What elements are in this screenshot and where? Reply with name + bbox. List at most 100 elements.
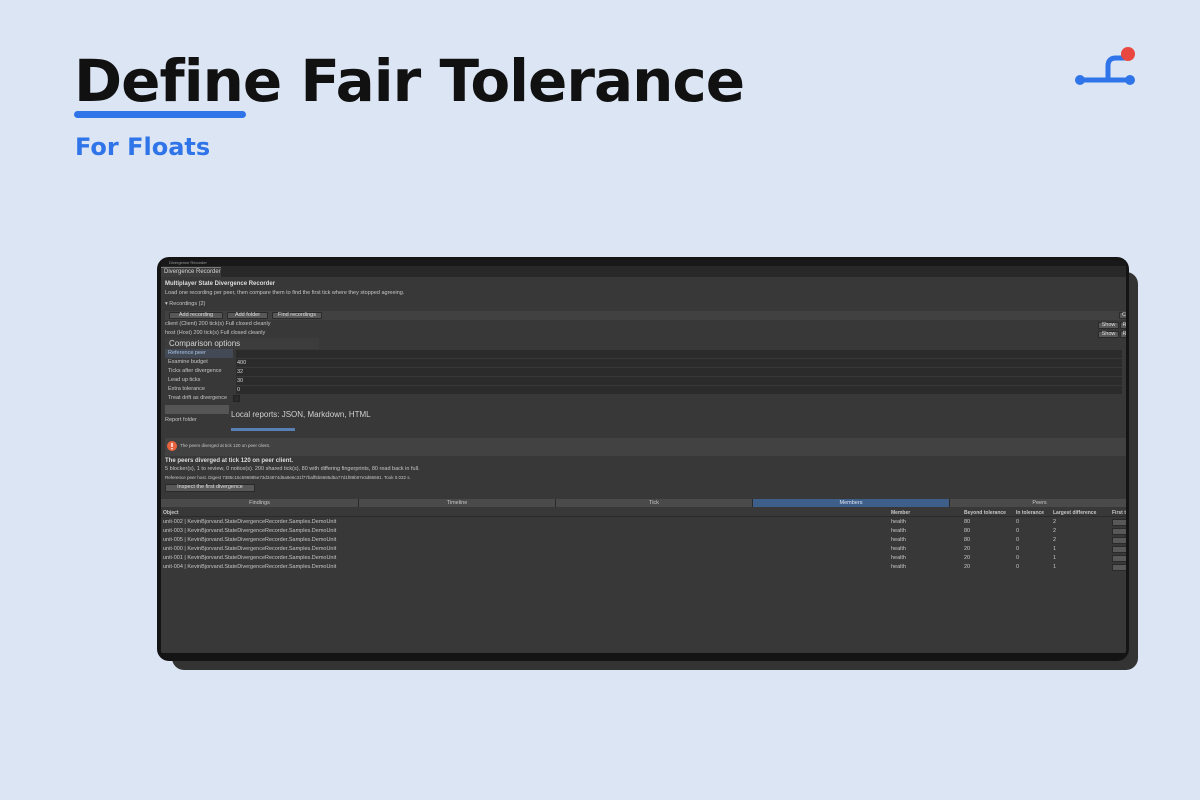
cell-member: health	[891, 537, 906, 543]
first-tick-button[interactable]	[1112, 564, 1126, 571]
warning-icon	[167, 441, 177, 451]
cell-object: unit-000 | KevinBjorvand.StateDivergence…	[163, 546, 337, 552]
cell-in: 0	[1016, 555, 1020, 561]
cell-beyond: 80	[964, 519, 971, 525]
cell-beyond: 20	[964, 564, 971, 570]
clear-button[interactable]: C	[1119, 312, 1126, 319]
recording-item-client: client (Client) 200 tick(s) Full closed …	[165, 321, 271, 327]
window-description: Load one recording per peer, then compar…	[165, 290, 405, 296]
cell-member: health	[891, 528, 906, 534]
recordings-foldout[interactable]: ▾ Recordings (2)	[165, 301, 205, 307]
table-row[interactable]: unit-004 | KevinBjorvand.StateDivergence…	[161, 563, 1126, 572]
cell-member: health	[891, 519, 906, 525]
cell-member: health	[891, 555, 906, 561]
cell-member: health	[891, 546, 906, 552]
table-row[interactable]: unit-002 | KevinBjorvand.StateDivergence…	[161, 518, 1126, 527]
option-label-treat-drift: Treat drift as divergence	[168, 395, 228, 401]
tab-divergence-recorder[interactable]: Divergence Recorder	[161, 267, 221, 277]
remove-host-button[interactable]: R	[1120, 331, 1126, 338]
cell-object: unit-003 | KevinBjorvand.StateDivergence…	[163, 528, 337, 534]
col-object[interactable]: Object	[163, 509, 179, 517]
first-tick-button[interactable]	[1112, 519, 1126, 526]
open-reports-link[interactable]	[231, 428, 295, 431]
cell-largest: 2	[1053, 519, 1057, 525]
add-recording-button[interactable]: Add recording	[169, 312, 223, 319]
show-host-button[interactable]: Show	[1098, 331, 1119, 338]
cell-object: unit-002 | KevinBjorvand.StateDivergence…	[163, 519, 337, 525]
cell-beyond: 20	[964, 555, 971, 561]
screenshot-card: Divergence Recorder Divergence Recorder …	[157, 257, 1129, 661]
tab-members[interactable]: Members	[753, 499, 950, 507]
alert-message: The peers diverged at tick 120 on peer c…	[180, 443, 271, 448]
cell-member: health	[891, 564, 906, 570]
window-heading: Multiplayer State Divergence Recorder	[165, 281, 276, 287]
cell-largest: 2	[1053, 537, 1057, 543]
cell-in: 0	[1016, 537, 1020, 543]
add-folder-button[interactable]: Add folder	[227, 312, 268, 319]
summary-title: The peers diverged at tick 120 on peer c…	[165, 458, 294, 464]
page-title: Define Fair Tolerance	[74, 47, 745, 115]
show-client-button[interactable]: Show	[1098, 322, 1119, 329]
lead-up-ticks-field[interactable]: 30	[236, 377, 1122, 385]
option-label-reference-peer: Reference peer	[165, 349, 233, 358]
cell-largest: 1	[1053, 564, 1057, 570]
col-beyond-tolerance[interactable]: Beyond tolerance	[964, 509, 1006, 517]
page-subtitle: For Floats	[75, 133, 211, 161]
digest-line: Reference peer host. Digest 7385c16c5969…	[165, 475, 411, 480]
report-folder-field[interactable]	[165, 405, 229, 414]
inspect-first-divergence-button[interactable]: Inspect the first divergence	[165, 484, 255, 492]
treat-drift-row	[236, 395, 1122, 403]
find-recordings-button[interactable]: Find recordings	[272, 312, 322, 319]
tab-timeline[interactable]: Timeline	[359, 499, 556, 507]
col-first-tick[interactable]: First t	[1112, 509, 1126, 517]
comparison-options-heading: Comparison options	[165, 338, 319, 349]
table-row[interactable]: unit-005 | KevinBjorvand.StateDivergence…	[161, 536, 1126, 545]
ticks-after-field[interactable]: 32	[236, 368, 1122, 376]
branch-logo-icon	[1075, 47, 1135, 85]
table-row[interactable]: unit-000 | KevinBjorvand.StateDivergence…	[161, 545, 1126, 554]
remove-client-button[interactable]: R	[1120, 322, 1126, 329]
tab-bar: Divergence Recorder	[161, 266, 1126, 277]
recording-item-host: host (Host) 200 tick(s) Full closed clea…	[165, 330, 266, 336]
table-row[interactable]: unit-003 | KevinBjorvand.StateDivergence…	[161, 527, 1126, 536]
cell-in: 0	[1016, 519, 1020, 525]
col-member[interactable]: Member	[891, 509, 910, 517]
first-tick-button[interactable]	[1112, 546, 1126, 553]
first-tick-button[interactable]	[1112, 537, 1126, 544]
editor-window: Divergence Recorder Divergence Recorder …	[161, 260, 1126, 653]
table-header: Object Member Beyond tolerance In tolera…	[161, 509, 1126, 517]
local-reports-label: Local reports: JSON, Markdown, HTML	[231, 410, 371, 419]
cell-beyond: 20	[964, 546, 971, 552]
cell-beyond: 80	[964, 537, 971, 543]
option-label-examine-budget: Examine budget	[168, 359, 208, 365]
option-label-lead-up: Lead up ticks	[168, 377, 201, 383]
first-tick-button[interactable]	[1112, 528, 1126, 535]
cell-object: unit-004 | KevinBjorvand.StateDivergence…	[163, 564, 337, 570]
tab-tick[interactable]: Tick	[556, 499, 753, 507]
cell-largest: 1	[1053, 546, 1057, 552]
tab-findings[interactable]: Findings	[161, 499, 359, 507]
extra-tolerance-field[interactable]: 0	[236, 386, 1122, 394]
cell-in: 0	[1016, 546, 1020, 552]
alert-banner	[165, 438, 1126, 456]
title-underline	[74, 111, 246, 118]
first-tick-button[interactable]	[1112, 555, 1126, 562]
col-in-tolerance[interactable]: In tolerance	[1016, 509, 1044, 517]
cell-in: 0	[1016, 564, 1020, 570]
cell-object: unit-005 | KevinBjorvand.StateDivergence…	[163, 537, 337, 543]
option-label-ticks-after: Ticks after divergence	[168, 368, 222, 374]
report-folder-label: Report folder	[165, 417, 197, 423]
tab-peers[interactable]: Peers	[950, 499, 1126, 507]
cell-largest: 2	[1053, 528, 1057, 534]
examine-budget-field[interactable]: 400	[236, 359, 1122, 367]
cell-in: 0	[1016, 528, 1020, 534]
table-row[interactable]: unit-001 | KevinBjorvand.StateDivergence…	[161, 554, 1126, 563]
cell-largest: 1	[1053, 555, 1057, 561]
summary-line: 5 blocker(s), 1 to review, 0 notice(s). …	[165, 466, 420, 472]
cell-object: unit-001 | KevinBjorvand.StateDivergence…	[163, 555, 337, 561]
col-largest-difference[interactable]: Largest difference	[1053, 509, 1096, 517]
option-label-extra-tolerance: Extra tolerance	[168, 386, 205, 392]
cell-beyond: 80	[964, 528, 971, 534]
treat-drift-checkbox[interactable]	[233, 395, 240, 402]
reference-peer-dropdown[interactable]	[236, 350, 1122, 358]
